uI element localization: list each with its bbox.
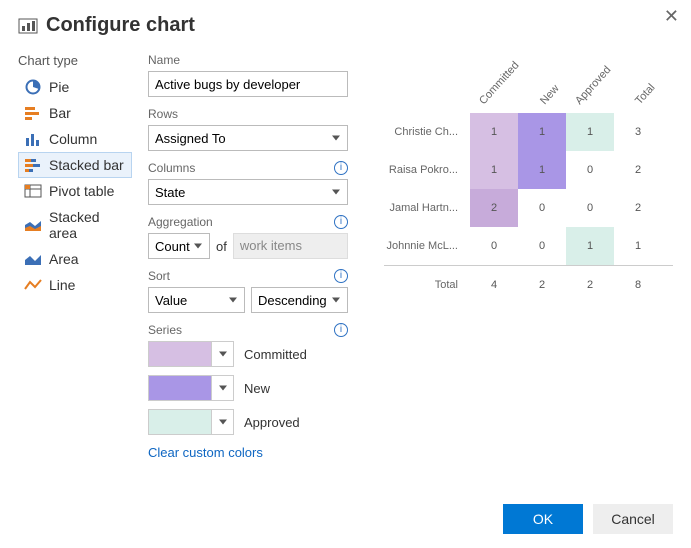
pivot-cell: 1	[470, 113, 518, 151]
bar-icon	[23, 105, 43, 121]
chevron-down-icon[interactable]	[212, 341, 234, 367]
sort-field-select[interactable]	[148, 287, 245, 313]
pivot-row-label: Jamal Hartn...	[384, 202, 470, 214]
rows-label: Rows	[148, 107, 178, 121]
pivot-row-label: Christie Ch...	[384, 126, 470, 138]
pivot-cell: 1	[518, 151, 566, 189]
clear-custom-colors-link[interactable]: Clear custom colors	[148, 445, 348, 460]
series-label: Approved	[244, 415, 300, 430]
pivot-row: Christie Ch...1113	[384, 113, 673, 151]
pivot-cell: 2	[614, 164, 662, 176]
pivot-cell: 4	[470, 266, 518, 304]
pivot-col-header: Committed	[470, 53, 518, 113]
chart-type-bar[interactable]: Bar	[18, 100, 132, 126]
aggregation-info-icon[interactable]: i	[334, 215, 348, 229]
chart-type-stacked-area[interactable]: Stacked area	[18, 204, 132, 246]
pivot-cell: 0	[470, 227, 518, 265]
chart-preview: CommittedNewApprovedTotal Christie Ch...…	[384, 53, 673, 303]
pivot-cell: 1	[566, 113, 614, 151]
aggregation-select[interactable]	[148, 233, 210, 259]
pivot-row: Jamal Hartn...2002	[384, 189, 673, 227]
columns-info-icon[interactable]: i	[334, 161, 348, 175]
pivot-cell: 0	[566, 151, 614, 189]
chart-type-label: Stacked bar	[49, 157, 124, 173]
pivot-cell: 1	[470, 151, 518, 189]
rows-select[interactable]	[148, 125, 348, 151]
ok-button[interactable]: OK	[503, 504, 583, 534]
series-color-picker-0[interactable]	[148, 341, 234, 367]
series-label: Committed	[244, 347, 307, 362]
pivot-cell: 0	[518, 227, 566, 265]
pivot-cell: 0	[518, 189, 566, 227]
sort-label: Sort	[148, 269, 170, 283]
column-icon	[23, 131, 43, 147]
aggregation-target: work items	[233, 233, 348, 259]
chart-type-label: Column	[49, 131, 97, 147]
chart-type-label: Stacked area	[49, 209, 127, 241]
stacked-area-icon	[23, 217, 43, 233]
pivot-cell: 1	[614, 240, 662, 252]
pivot-cell: 1	[566, 227, 614, 265]
chart-type-stacked-bar[interactable]: Stacked bar	[18, 152, 132, 178]
cancel-button[interactable]: Cancel	[593, 504, 673, 534]
stacked-bar-icon	[23, 157, 43, 173]
series-color-picker-1[interactable]	[148, 375, 234, 401]
pivot-row-label: Raisa Pokro...	[384, 164, 470, 176]
dialog-title: Configure chart	[46, 14, 195, 37]
pivot-row: Raisa Pokro...1102	[384, 151, 673, 189]
chart-type-column[interactable]: Column	[18, 126, 132, 152]
chevron-down-icon[interactable]	[212, 375, 234, 401]
series-label: Series	[148, 323, 182, 337]
pie-icon	[23, 79, 43, 95]
pivot-col-header: Total	[614, 53, 662, 113]
line-icon	[23, 277, 43, 293]
pivot-cell: 2	[470, 189, 518, 227]
pivot-col-header: New	[518, 53, 566, 113]
area-icon	[23, 251, 43, 267]
pivot-cell: 2	[566, 266, 614, 304]
sort-dir-select[interactable]	[251, 287, 348, 313]
chart-type-line[interactable]: Line	[18, 272, 132, 298]
pivot-col-header: Approved	[566, 53, 614, 113]
pivot-table-icon	[23, 183, 43, 199]
close-icon[interactable]: ✕	[664, 6, 679, 27]
series-label: New	[244, 381, 270, 396]
pivot-total-label: Total	[384, 279, 470, 291]
columns-label: Columns	[148, 161, 195, 175]
series-info-icon[interactable]: i	[334, 323, 348, 337]
pivot-cell: 3	[614, 126, 662, 138]
columns-select[interactable]	[148, 179, 348, 205]
aggregation-of-label: of	[216, 239, 227, 254]
chart-type-label: Pie	[49, 79, 69, 95]
chart-type-heading: Chart type	[18, 53, 132, 68]
pivot-row: Johnnie McL...0011	[384, 227, 673, 265]
pivot-cell: 2	[614, 202, 662, 214]
sort-info-icon[interactable]: i	[334, 269, 348, 283]
chart-type-label: Area	[49, 251, 79, 267]
pivot-cell: 1	[518, 113, 566, 151]
chart-type-pivot-table[interactable]: Pivot table	[18, 178, 132, 204]
chart-type-label: Bar	[49, 105, 71, 121]
pivot-row-label: Johnnie McL...	[384, 240, 470, 252]
chart-config-icon	[18, 18, 38, 34]
aggregation-label: Aggregation	[148, 215, 213, 229]
pivot-cell: 8	[614, 279, 662, 291]
chart-type-area[interactable]: Area	[18, 246, 132, 272]
chart-type-label: Line	[49, 277, 75, 293]
series-color-picker-2[interactable]	[148, 409, 234, 435]
pivot-cell: 0	[566, 189, 614, 227]
pivot-cell: 2	[518, 266, 566, 304]
name-input[interactable]	[148, 71, 348, 97]
pivot-total-row: Total4228	[384, 265, 673, 303]
name-label: Name	[148, 53, 180, 67]
chevron-down-icon[interactable]	[212, 409, 234, 435]
chart-type-pie[interactable]: Pie	[18, 74, 132, 100]
chart-type-label: Pivot table	[49, 183, 114, 199]
